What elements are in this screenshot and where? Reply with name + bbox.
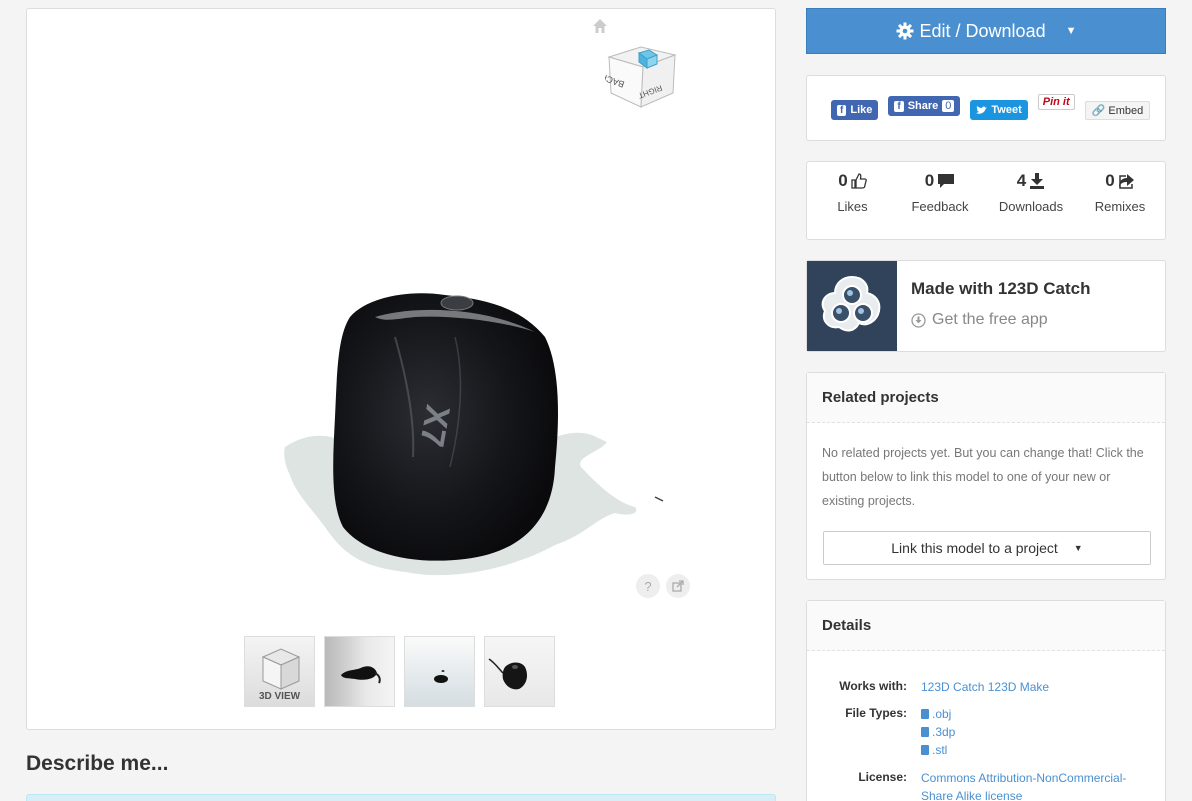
downloads-label: Downloads	[998, 199, 1064, 214]
external-link-icon	[672, 580, 684, 592]
like-label: Like	[850, 104, 873, 116]
made-with-panel[interactable]: Made with 123D Catch Get the free app	[806, 260, 1166, 352]
details-title: Details	[807, 601, 1165, 651]
details-panel: Details Works with: 123D Catch 123D Make…	[806, 600, 1166, 801]
edit-download-label: Edit / Download	[919, 20, 1046, 41]
likes-count: 0	[838, 171, 848, 190]
facebook-icon: f	[837, 104, 847, 116]
link-to-project-label: Link this model to a project	[891, 540, 1058, 556]
feedback-count: 0	[924, 171, 935, 190]
tweet-button[interactable]: Tweet	[970, 100, 1028, 120]
embed-label: Embed	[1108, 104, 1144, 117]
thumbnail-photo[interactable]	[484, 636, 555, 707]
license-link[interactable]: Commons Attribution-NonCommercial- Share…	[921, 769, 1126, 801]
download-circle-icon	[911, 312, 926, 328]
thumbnail-caption: 3D VIEW	[258, 691, 301, 702]
likes-label: Likes	[837, 199, 868, 214]
made-with-title: Made with 123D Catch	[911, 279, 1091, 298]
comment-icon	[938, 174, 955, 188]
pinterest-button[interactable]: Pin it	[1037, 94, 1075, 110]
123d-catch-logo	[807, 261, 897, 351]
facebook-share-button[interactable]: f Share 0	[888, 96, 961, 116]
stats-panel: 0 Likes 0 Feedback 4 Downloads 0 Remixes	[806, 161, 1166, 240]
thumbnail-photo[interactable]	[404, 636, 475, 707]
thumbnail-3d-view[interactable]: 3D VIEW	[244, 636, 315, 707]
file-type-item[interactable]: .stl	[921, 741, 955, 759]
123d-catch-icon	[821, 275, 881, 332]
share-count: 0	[942, 100, 955, 112]
thumbnail-strip: 3D VIEW	[244, 636, 555, 707]
license-text-line: Share Alike license	[921, 789, 1023, 801]
stat-downloads[interactable]: 4 Downloads	[991, 170, 1071, 214]
file-icon	[921, 745, 929, 755]
thumbs-up-icon	[851, 173, 867, 189]
home-icon[interactable]	[592, 18, 608, 34]
related-projects-panel: Related projects No related projects yet…	[806, 372, 1166, 580]
stat-remixes[interactable]: 0 Remixes	[1085, 170, 1155, 214]
file-icon	[921, 727, 929, 737]
file-type-name: .obj	[932, 707, 952, 721]
twitter-bird-icon	[976, 105, 988, 114]
gear-icon	[896, 22, 914, 40]
tweet-label: Tweet	[991, 104, 1022, 116]
help-button[interactable]: ?	[636, 574, 660, 598]
file-types-label: File Types:	[845, 706, 907, 720]
chevron-down-icon: ▼	[1065, 25, 1077, 37]
social-panel: f Like f Share 0 Tweet Pin it 🔗 Embed	[806, 75, 1166, 141]
stat-feedback[interactable]: 0 Feedback	[905, 170, 975, 214]
photo-mouse-image	[341, 666, 381, 684]
remixes-count: 0	[1105, 171, 1115, 190]
link-to-project-button[interactable]: Link this model to a project ▼	[823, 531, 1151, 565]
photo-mouse-image	[488, 658, 527, 690]
facebook-icon: f	[894, 100, 904, 112]
thumbnail-photo[interactable]	[324, 636, 395, 707]
file-type-name: .stl	[932, 743, 948, 757]
remix-share-icon	[1118, 174, 1134, 189]
photo-mouse-image	[434, 670, 448, 683]
embed-button[interactable]: 🔗 Embed	[1084, 100, 1151, 120]
model-viewer[interactable]: BACK RIGHT X7 ? 3D VIEW	[26, 8, 776, 730]
get-free-app-link[interactable]: Get the free app	[911, 311, 1091, 329]
file-type-name: .3dp	[932, 725, 956, 739]
facebook-like-button[interactable]: f Like	[831, 100, 879, 120]
mouse-3d-model[interactable]: X7	[255, 277, 665, 589]
works-with-link[interactable]: 123D Make	[988, 680, 1049, 694]
feedback-label: Feedback	[911, 199, 969, 214]
file-icon	[921, 709, 929, 719]
license-text-line: Commons Attribution-NonCommercial-	[921, 771, 1127, 785]
describe-heading: Describe me...	[26, 752, 169, 775]
related-projects-message: No related projects yet. But you can cha…	[822, 446, 1144, 508]
works-with-label: Works with:	[839, 679, 907, 693]
stat-likes[interactable]: 0 Likes	[825, 170, 880, 214]
remixes-label: Remixes	[1094, 199, 1146, 214]
help-icon: ?	[644, 578, 652, 594]
popout-button[interactable]	[666, 574, 690, 598]
edit-download-button[interactable]: Edit / Download ▼	[806, 8, 1166, 54]
viewcube[interactable]: BACK RIGHT	[605, 35, 677, 111]
svg-text:X7: X7	[412, 402, 457, 450]
license-label: License:	[858, 770, 907, 784]
download-icon	[1030, 173, 1045, 189]
share-label: Share	[907, 100, 939, 112]
description-box[interactable]	[26, 794, 776, 801]
downloads-count: 4	[1016, 171, 1027, 190]
file-type-item[interactable]: .obj	[921, 705, 955, 723]
file-type-item[interactable]: .3dp	[921, 723, 955, 741]
works-with-link[interactable]: 123D Catch	[921, 680, 984, 694]
link-icon: 🔗	[1091, 104, 1106, 117]
chevron-down-icon: ▼	[1073, 543, 1083, 553]
related-projects-title: Related projects	[807, 373, 1165, 423]
get-free-app-label: Get the free app	[932, 311, 1048, 328]
